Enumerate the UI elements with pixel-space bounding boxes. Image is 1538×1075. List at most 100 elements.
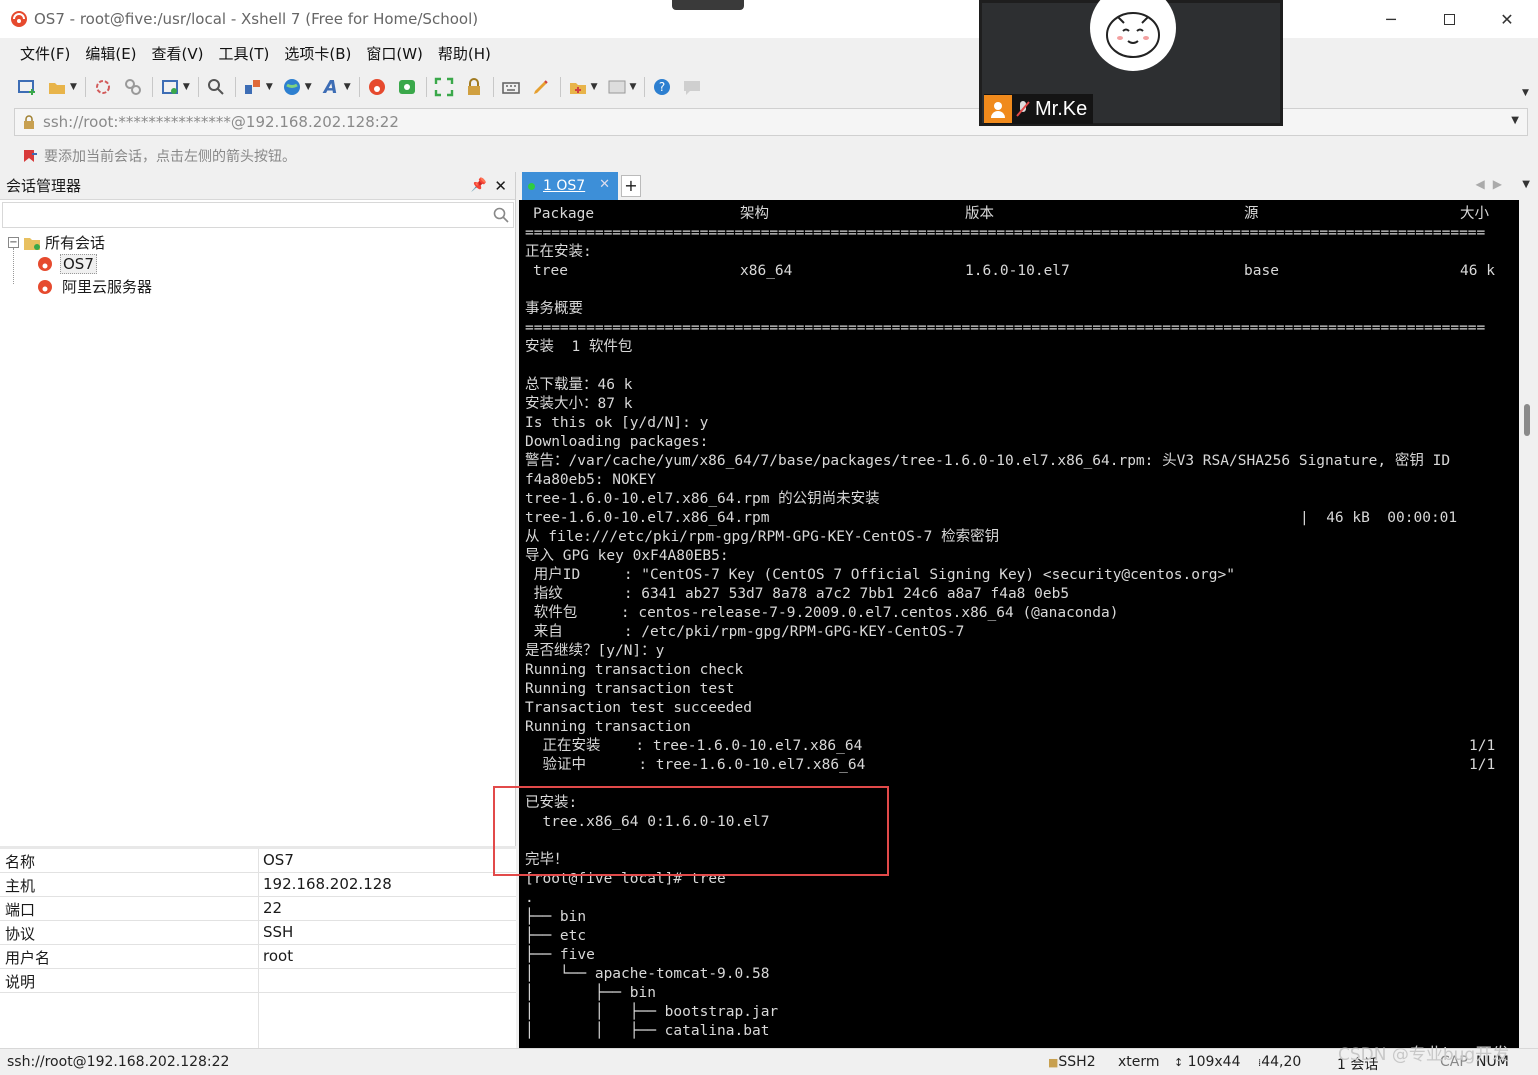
tab-label: 1 OS7 bbox=[543, 178, 586, 194]
globe-dropdown[interactable]: ▼ bbox=[305, 82, 312, 92]
chat-button[interactable] bbox=[681, 76, 703, 98]
status-cursor: ⁞44,20 bbox=[1258, 1054, 1301, 1070]
terminal-line: 事务概要 bbox=[525, 301, 583, 317]
property-key: 用户名 bbox=[5, 949, 51, 967]
layout-dropdown[interactable]: ▼ bbox=[266, 82, 273, 92]
terminal-line: 指纹 : 6341 ab27 53d7 8a78 a7c2 7bb1 24c6 … bbox=[525, 586, 1070, 602]
search-icon bbox=[493, 207, 509, 223]
xftp-button[interactable] bbox=[396, 76, 418, 98]
toolbar-overflow[interactable]: ▼ bbox=[1522, 88, 1529, 98]
header-size: 大小 bbox=[1460, 206, 1489, 222]
tile-button[interactable] bbox=[606, 76, 628, 98]
collapse-icon[interactable]: − bbox=[8, 237, 19, 248]
property-row[interactable]: 端口 22 bbox=[0, 897, 516, 921]
property-key: 名称 bbox=[5, 853, 36, 871]
find-button[interactable] bbox=[205, 76, 227, 98]
menu-tools[interactable]: 工具(T) bbox=[219, 43, 270, 64]
highlight-button[interactable] bbox=[530, 76, 552, 98]
layout-button[interactable] bbox=[242, 76, 264, 98]
toolbar-separator bbox=[151, 77, 153, 97]
maximize-button[interactable] bbox=[1420, 0, 1478, 38]
status-protocol: ■SSH2 bbox=[1048, 1054, 1096, 1070]
terminal-line: 正在安装: bbox=[525, 244, 592, 260]
scrollbar-thumb[interactable] bbox=[1524, 404, 1530, 436]
tab-scroll-arrows[interactable]: ◀▶ bbox=[1476, 177, 1510, 191]
open-dropdown[interactable]: ▼ bbox=[70, 82, 77, 92]
tree-item-label: OS7 bbox=[60, 254, 97, 274]
toolbar-separator bbox=[84, 77, 86, 97]
screen-share-handle[interactable] bbox=[672, 0, 744, 10]
address-bar[interactable]: ssh://root:***************@192.168.202.1… bbox=[14, 108, 1528, 136]
terminal-line: ========================================… bbox=[525, 225, 1486, 241]
menu-window[interactable]: 窗口(W) bbox=[366, 43, 423, 64]
tx-progress: 1/1 bbox=[1469, 738, 1496, 754]
property-key: 协议 bbox=[5, 925, 36, 943]
new-session-button[interactable] bbox=[16, 76, 38, 98]
menu-tabs[interactable]: 选项卡(B) bbox=[284, 43, 351, 64]
property-row[interactable]: 协议 SSH bbox=[0, 921, 516, 945]
property-key: 主机 bbox=[5, 877, 36, 895]
toolbar-separator bbox=[492, 77, 494, 97]
tab-bar: 1 OS7 ✕ + ◀▶ ▼ bbox=[519, 172, 1538, 200]
help-icon: ? bbox=[654, 79, 671, 95]
bookmark-arrow-icon[interactable] bbox=[22, 148, 38, 164]
pane-close-icon[interactable]: ✕ bbox=[494, 177, 507, 195]
maximize-icon bbox=[1443, 13, 1455, 25]
address-text: ssh://root:***************@192.168.202.1… bbox=[43, 113, 399, 131]
property-row[interactable]: 主机 192.168.202.128 bbox=[0, 873, 516, 897]
connected-status-icon bbox=[528, 182, 535, 190]
property-row[interactable]: 名称 OS7 bbox=[0, 849, 516, 873]
reconnect-button[interactable] bbox=[92, 76, 114, 98]
toolbar: ▼ ▼ ▼ ▼ A ▼ ▼ ▼ ? bbox=[0, 68, 1538, 106]
watermark: CSDN @专业bug开发 bbox=[1338, 1045, 1510, 1065]
pin-icon[interactable]: 📌 bbox=[471, 178, 487, 193]
title-bar: OS7 - root@five:/usr/local - Xshell 7 (F… bbox=[0, 0, 1538, 38]
disconnect-icon bbox=[124, 79, 141, 95]
xftp-icon bbox=[398, 80, 415, 94]
menu-file[interactable]: 文件(F) bbox=[20, 43, 70, 64]
add-tab-button[interactable]: + bbox=[621, 175, 641, 197]
terminal-line: . bbox=[525, 890, 534, 906]
pkg-size: 46 k bbox=[1460, 263, 1495, 279]
property-row[interactable]: 说明 bbox=[0, 969, 516, 993]
open-session-button[interactable] bbox=[46, 76, 68, 98]
menu-edit[interactable]: 编辑(E) bbox=[85, 43, 136, 64]
globe-button[interactable] bbox=[281, 76, 303, 98]
font-dropdown[interactable]: ▼ bbox=[344, 82, 351, 92]
terminal-line: 软件包 : centos-release-7-9.2009.0.el7.cent… bbox=[525, 605, 1119, 621]
tile-dropdown[interactable]: ▼ bbox=[630, 82, 637, 92]
fullscreen-button[interactable] bbox=[433, 76, 455, 98]
tree-item-os7[interactable]: OS7 bbox=[36, 254, 97, 274]
font-button[interactable]: A bbox=[320, 76, 342, 98]
close-icon: ✕ bbox=[1500, 9, 1514, 29]
tree-root[interactable]: − 所有会话 bbox=[8, 232, 105, 253]
properties-button[interactable] bbox=[159, 76, 181, 98]
tree-item-aliyun[interactable]: 阿里云服务器 bbox=[36, 276, 152, 297]
video-call-overlay[interactable]: Mr.Ke bbox=[979, 0, 1283, 126]
terminal-scrollbar[interactable] bbox=[1519, 200, 1538, 1048]
lock-button[interactable] bbox=[463, 76, 485, 98]
terminal-output[interactable]: Package 架构 版本 源 大小 =====================… bbox=[519, 200, 1519, 1048]
menu-view[interactable]: 查看(V) bbox=[152, 43, 204, 64]
disconnect-button[interactable] bbox=[122, 76, 144, 98]
keyboard-button[interactable] bbox=[500, 76, 522, 98]
terminal-line: │ │ ├── bootstrap.jar bbox=[525, 1004, 779, 1020]
session-search-input[interactable] bbox=[2, 202, 514, 228]
close-button[interactable]: ✕ bbox=[1478, 0, 1536, 38]
menu-help[interactable]: 帮助(H) bbox=[438, 43, 491, 64]
tab-os7[interactable]: 1 OS7 ✕ bbox=[522, 172, 618, 200]
help-button[interactable]: ? bbox=[651, 76, 673, 98]
property-row[interactable]: 用户名 root bbox=[0, 945, 516, 969]
tab-close-icon[interactable]: ✕ bbox=[599, 177, 610, 192]
properties-dropdown[interactable]: ▼ bbox=[183, 82, 190, 92]
new-tab-dropdown[interactable]: ▼ bbox=[591, 82, 598, 92]
tree-item-label: 阿里云服务器 bbox=[62, 278, 153, 296]
terminal-tx-row: 正在安装 : tree-1.6.0-10.el7.x86_64 1/1 bbox=[525, 737, 1505, 756]
tab-list-dropdown[interactable]: ▼ bbox=[1522, 179, 1530, 190]
property-value: 192.168.202.128 bbox=[263, 875, 392, 893]
new-tab-button[interactable] bbox=[567, 76, 589, 98]
xshell-button[interactable] bbox=[366, 76, 388, 98]
minimize-button[interactable]: ─ bbox=[1362, 0, 1420, 38]
address-dropdown-icon[interactable]: ▼ bbox=[1511, 115, 1519, 126]
terminal-line: Is this ok [y/d/N]: y bbox=[525, 415, 709, 431]
